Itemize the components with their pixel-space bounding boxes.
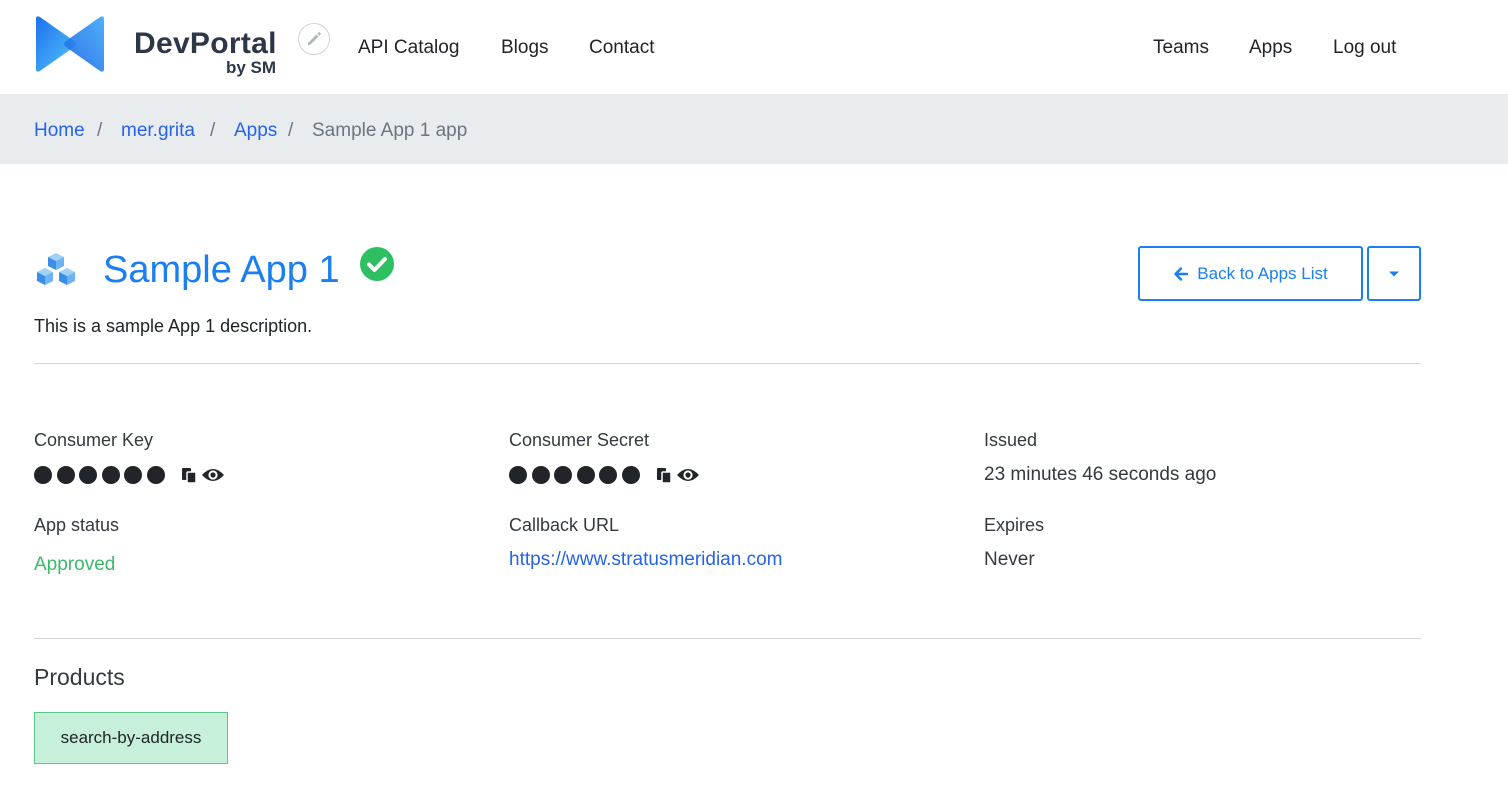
edit-button[interactable]: [298, 23, 330, 55]
expires-value: Never: [984, 549, 1035, 570]
breadcrumb-separator: /: [210, 120, 216, 141]
nav-api-catalog[interactable]: API Catalog: [358, 37, 459, 59]
header: DevPortal by SM API Catalog Blogs Contac…: [0, 0, 1508, 94]
nav-blogs[interactable]: Blogs: [501, 37, 549, 59]
consumer-key-value: [34, 466, 225, 484]
caret-down-icon: [1389, 271, 1399, 276]
nav-logout[interactable]: Log out: [1333, 37, 1396, 59]
brand[interactable]: DevPortal by SM: [134, 27, 277, 78]
divider: [34, 363, 1421, 364]
consumer-key-label: Consumer Key: [34, 430, 154, 450]
products-heading: Products: [34, 664, 125, 690]
app-description: This is a sample App 1 description.: [34, 316, 313, 336]
back-button-label: Back to Apps List: [1197, 263, 1328, 283]
pencil-icon: [308, 32, 321, 45]
page-title: Sample App 1: [103, 249, 340, 291]
brand-sub: by SM: [226, 58, 277, 77]
breadcrumb-separator: /: [97, 120, 103, 141]
nav-contact[interactable]: Contact: [589, 37, 654, 59]
check-circle-icon: [360, 247, 394, 281]
copy-icon[interactable]: [655, 466, 673, 484]
nav-teams[interactable]: Teams: [1153, 37, 1209, 59]
actions-dropdown-button[interactable]: [1367, 246, 1421, 301]
arrow-left-icon: [1174, 266, 1189, 281]
callback-url-label: Callback URL: [509, 515, 620, 535]
breadcrumb-current: Sample App 1 app: [312, 120, 468, 141]
status-badge: Approved: [34, 554, 116, 575]
app-status-label: App status: [34, 515, 120, 535]
divider: [34, 638, 1421, 639]
callback-url-link[interactable]: https://www.stratusmeridian.com: [509, 549, 782, 571]
issued-value: 23 minutes 46 seconds ago: [984, 464, 1217, 485]
breadcrumb-home[interactable]: Home: [34, 120, 85, 142]
eye-icon[interactable]: [201, 466, 225, 484]
issued-label: Issued: [984, 430, 1038, 450]
brand-name: DevPortal: [134, 27, 277, 60]
consumer-secret-label: Consumer Secret: [509, 430, 650, 450]
breadcrumb-user[interactable]: mer.grita: [121, 120, 195, 142]
devportal-logo-icon[interactable]: [34, 15, 106, 73]
breadcrumb-apps[interactable]: Apps: [234, 120, 277, 142]
expires-label: Expires: [984, 515, 1045, 535]
consumer-secret-value: [509, 466, 700, 484]
eye-icon[interactable]: [676, 466, 700, 484]
product-tag[interactable]: search-by-address: [34, 712, 228, 764]
breadcrumb: Home / mer.grita / Apps / Sample App 1 a…: [0, 94, 1508, 164]
copy-icon[interactable]: [180, 466, 198, 484]
cubes-icon: [37, 253, 75, 285]
back-to-apps-button[interactable]: Back to Apps List: [1138, 246, 1363, 301]
nav-apps[interactable]: Apps: [1249, 37, 1292, 59]
breadcrumb-separator: /: [288, 120, 294, 141]
